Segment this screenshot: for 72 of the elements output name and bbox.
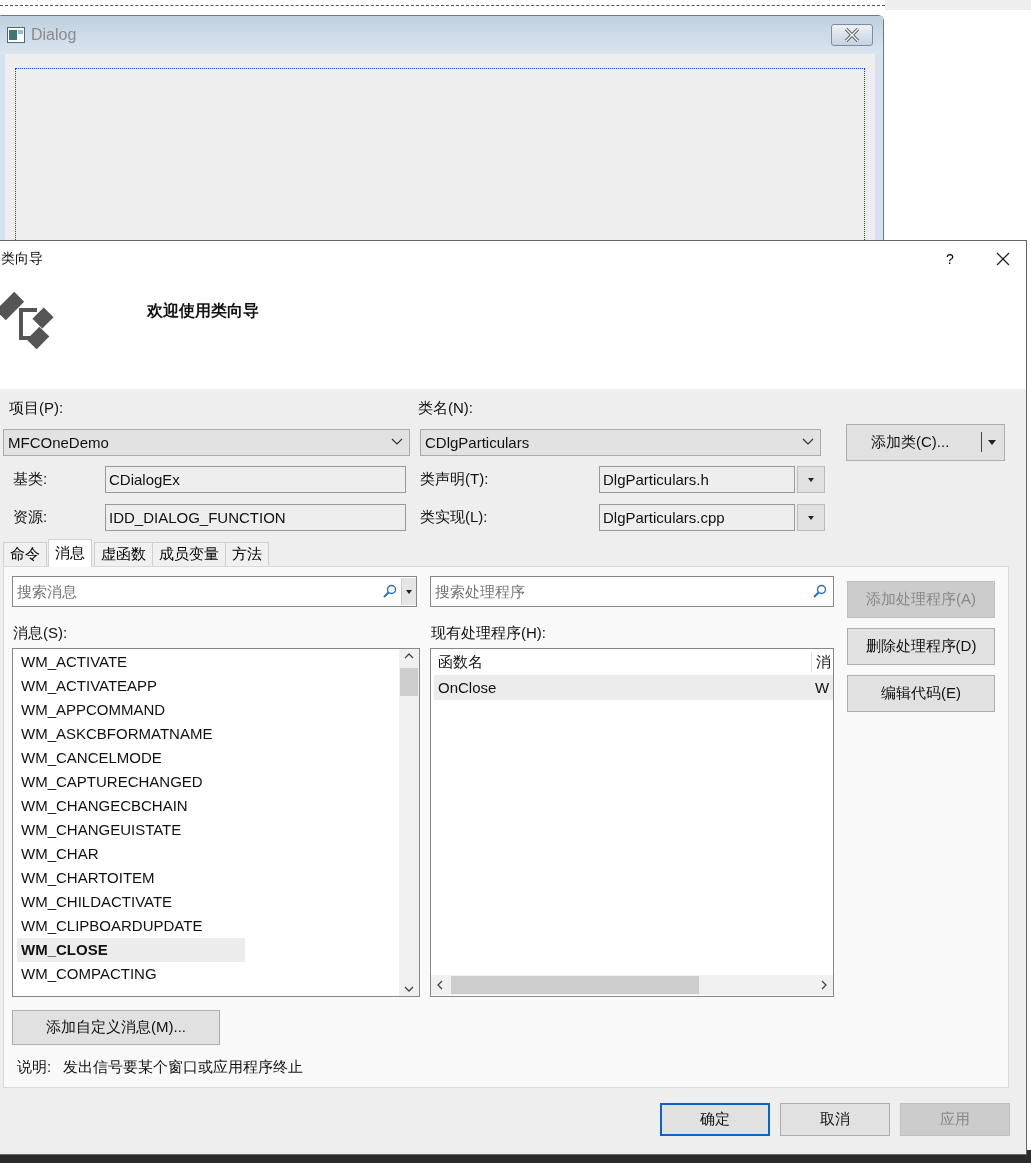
message-list[interactable]: [12, 648, 420, 997]
add-custom-message-button[interactable]: 添加自定义消息(M)...: [12, 1010, 220, 1045]
list-item[interactable]: WM_CHAR: [17, 842, 245, 866]
messages-label: 消息(S):: [13, 624, 69, 643]
list-item[interactable]: WM_CANCELMODE: [17, 746, 245, 770]
chevron-right-icon[interactable]: [821, 980, 827, 990]
dialog-button[interactable]: 取消: [780, 1103, 890, 1136]
scroll-thumb[interactable]: [451, 976, 699, 994]
chevron-left-icon[interactable]: [437, 980, 443, 990]
description-label: 说明:: [17, 1058, 52, 1077]
list-item[interactable]: WM_COMPACTING: [17, 962, 245, 986]
class-name-dropdown[interactable]: CDlgParticulars: [420, 428, 821, 456]
tab[interactable]: 虚函数: [94, 542, 153, 566]
list-item[interactable]: WM_ACTIVATE: [17, 650, 245, 674]
close-button[interactable]: [831, 24, 873, 46]
implementation-field[interactable]: DlgParticulars.cpp: [599, 504, 795, 531]
scrollbar[interactable]: [431, 975, 833, 995]
resource-field[interactable]: IDD_DIALOG_FUNCTION: [105, 504, 406, 531]
window-title: Dialog: [31, 26, 78, 44]
project-dropdown[interactable]: MFCOneDemo: [3, 428, 410, 456]
class-name-label: 类名(N):: [418, 399, 473, 417]
caret-icon: [406, 589, 412, 594]
list-item[interactable]: WM_CAPTURECHANGED: [17, 770, 245, 794]
implementation-label: 类实现(L):: [420, 508, 489, 527]
handlers-label: 现有处理程序(H):: [431, 624, 547, 643]
window-title: 类向导: [0, 250, 44, 268]
help-button[interactable]: ?: [930, 250, 970, 268]
scrollbar[interactable]: [399, 649, 419, 996]
column-header[interactable]: 函数名: [434, 653, 811, 672]
scroll-thumb[interactable]: [400, 668, 418, 696]
handler-search-field[interactable]: 搜索处理程序: [430, 576, 834, 607]
dropdown-button[interactable]: [401, 578, 416, 605]
search-icon: [383, 584, 397, 598]
add-class-button[interactable]: 添加类(C)...: [846, 423, 1005, 461]
declaration-label: 类声明(T):: [420, 470, 490, 489]
table-cell-text: W: [814, 679, 831, 696]
chevron-icon: [802, 438, 814, 446]
close-icon: [843, 28, 861, 42]
close-icon: [996, 252, 1010, 266]
search-icon: [813, 584, 827, 598]
welcome-heading: 欢迎使用类向导: [147, 301, 259, 321]
handler-action-button[interactable]: 编辑代码(E): [847, 675, 995, 712]
project-label: 项目(P):: [8, 399, 65, 417]
caret-icon: [808, 515, 814, 520]
caret-icon: [988, 439, 996, 445]
list-item[interactable]: WM_CLOSE: [17, 938, 245, 962]
list-item[interactable]: WM_APPCOMMAND: [17, 698, 245, 722]
list-item[interactable]: WM_CHANGEUISTATE: [17, 818, 245, 842]
base-class-field[interactable]: CDialogEx: [105, 466, 406, 493]
base-class-label: 基类:: [12, 470, 49, 489]
list-item[interactable]: WM_ASKCBFORMATNAME: [17, 722, 245, 746]
chevron-up-icon[interactable]: [404, 653, 414, 659]
table-cell-text: OnClose: [437, 679, 498, 696]
list-item[interactable]: WM_CHARTOITEM: [17, 866, 245, 890]
resource-label: 资源:: [12, 508, 49, 527]
list-item[interactable]: WM_CLIPBOARDUPDATE: [17, 914, 245, 938]
message-search-field[interactable]: 搜索消息: [12, 576, 417, 607]
tab[interactable]: 命令: [3, 542, 47, 566]
column-header[interactable]: 消: [811, 653, 833, 672]
window-icon: [7, 27, 25, 43]
list-item[interactable]: WM_ACTIVATEAPP: [17, 674, 245, 698]
dialog-button[interactable]: 确定: [660, 1103, 770, 1136]
description-text: 发出信号要某个窗口或应用程序终止: [63, 1058, 304, 1077]
handler-action-button[interactable]: 删除处理程序(D): [847, 628, 995, 665]
chevron-down-icon[interactable]: [404, 986, 414, 992]
list-item[interactable]: WM_CHILDACTIVATE: [17, 890, 245, 914]
declaration-field[interactable]: DlgParticulars.h: [599, 466, 795, 493]
caret-icon: [808, 477, 814, 482]
list-item[interactable]: WM_CHANGECBCHAIN: [17, 794, 245, 818]
tab[interactable]: 方法: [225, 542, 269, 566]
chevron-icon: [391, 438, 403, 446]
tab[interactable]: 消息: [48, 539, 92, 567]
